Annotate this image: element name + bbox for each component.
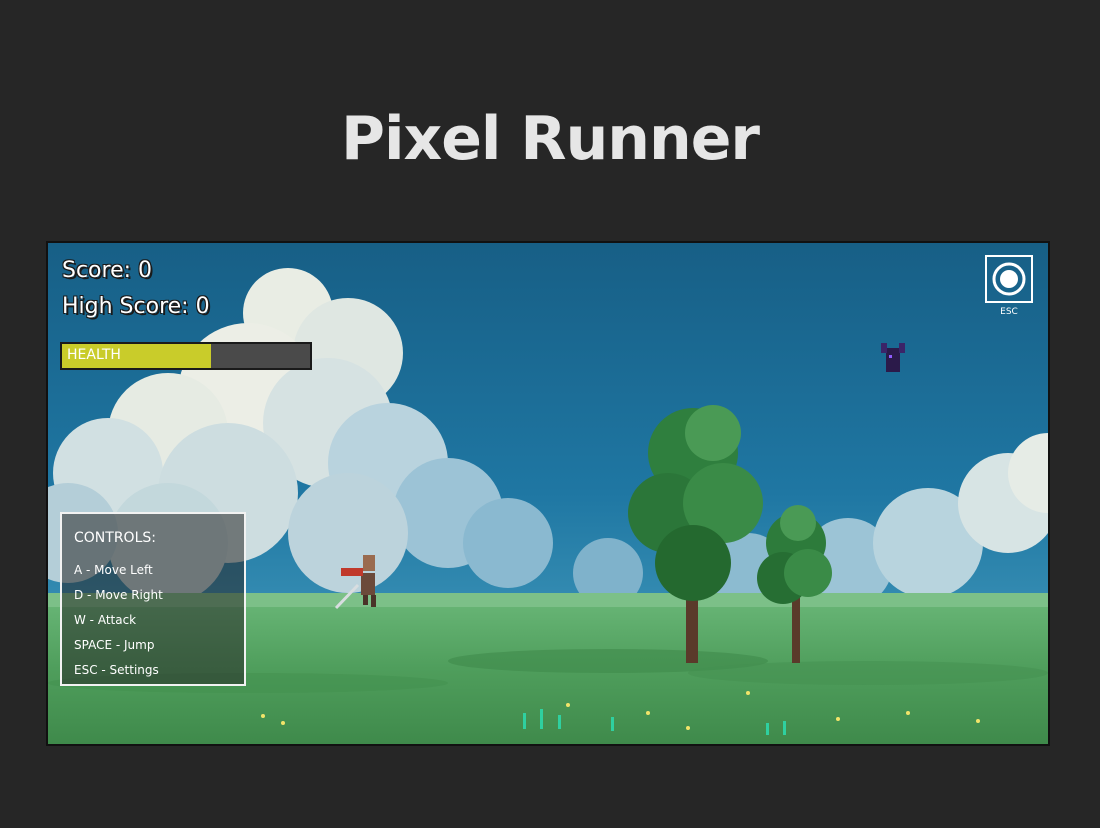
control-settings: ESC - Settings [74,663,159,677]
settings-button[interactable] [985,255,1033,303]
settings-ring-icon [992,262,1026,296]
health-label: HEALTH [67,347,121,363]
game-canvas[interactable]: Score: 0 High Score: 0 HEALTH ESC CONTRO… [46,241,1050,746]
health-bar: HEALTH [60,342,312,370]
high-score-display: High Score: 0 [62,294,210,319]
score-display: Score: 0 [62,258,153,283]
control-jump: SPACE - Jump [74,638,155,652]
control-move-left: A - Move Left [74,563,153,577]
control-move-right: D - Move Right [74,588,163,602]
control-attack: W - Attack [74,613,137,627]
controls-panel: CONTROLS: A - Move Left D - Move Right W… [60,512,246,686]
controls-title: CONTROLS: [74,530,156,546]
settings-shortcut-label: ESC [1000,307,1018,317]
game-title: Pixel Runner [340,104,760,174]
